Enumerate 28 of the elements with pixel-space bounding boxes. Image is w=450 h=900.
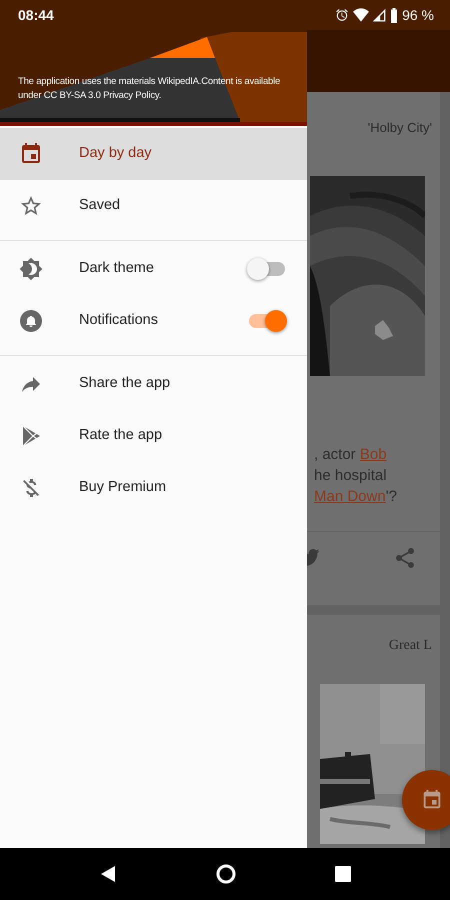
bird-icon[interactable] xyxy=(307,546,321,568)
share-icon[interactable] xyxy=(393,546,417,570)
setting-label: Notifications xyxy=(79,311,158,330)
calendar-icon xyxy=(421,789,443,811)
clock-time: 08:44 xyxy=(18,6,54,24)
brightness-icon xyxy=(19,257,43,281)
bell-icon xyxy=(19,309,43,333)
article-text: he hospital xyxy=(313,466,388,486)
wifi-icon xyxy=(353,8,370,22)
menu-item[interactable]: Buy Premium xyxy=(0,462,307,514)
alarm-icon xyxy=(335,8,350,22)
license-text: The application uses the materials WikipedIA.Content is available under CC BY-SA 3.0 Privacy Policy. xyxy=(18,75,282,103)
card-title: Great L xyxy=(388,637,432,655)
article-text: , actor Bob xyxy=(313,444,388,464)
battery-icon xyxy=(390,8,398,22)
menu-item[interactable]: Rate the app xyxy=(0,410,307,462)
battery-percent: 96 % xyxy=(402,6,434,24)
menu-item[interactable]: Saved xyxy=(0,180,307,232)
article-text: Man Down'? xyxy=(313,486,398,506)
setting-label: Dark theme xyxy=(79,259,154,278)
menu-item[interactable]: Share the app xyxy=(0,358,307,410)
back-icon[interactable] xyxy=(99,865,118,883)
card-title: 'Holby City' xyxy=(368,119,432,137)
recents-icon[interactable] xyxy=(334,866,351,882)
calendar-icon xyxy=(19,142,43,166)
home-icon[interactable] xyxy=(216,864,236,884)
menu-item[interactable]: Day by day xyxy=(0,128,307,180)
signal-icon xyxy=(373,8,386,22)
